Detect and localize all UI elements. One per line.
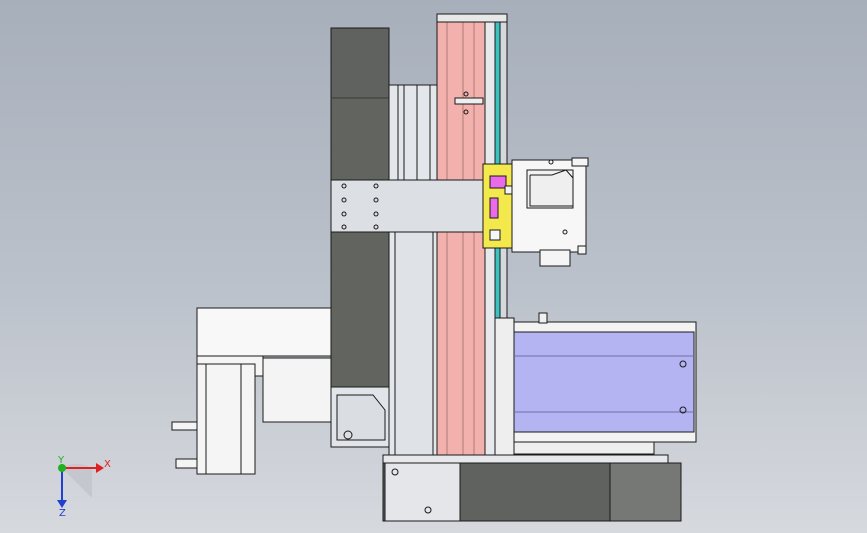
gripper-head[interactable] [504, 157, 589, 267]
triad-x-arrowhead [96, 463, 104, 473]
cad-model-drawing[interactable]: X Y Z [0, 0, 867, 533]
triad-z-arrowhead [57, 500, 67, 508]
triad-y-label: Y [57, 455, 65, 466]
gear-motor[interactable] [171, 307, 332, 475]
lavender-horizontal-slide[interactable] [494, 312, 697, 457]
triad-z-label: Z [59, 508, 66, 519]
base-dark-block[interactable] [382, 454, 682, 522]
lower-bracket[interactable] [330, 386, 390, 448]
cad-viewport[interactable]: X Y Z [0, 0, 867, 533]
mounting-plate[interactable] [330, 179, 486, 233]
coordinate-triad [57, 463, 104, 508]
triad-x-label: X [104, 459, 111, 470]
yellow-carriage[interactable] [482, 163, 514, 249]
vertical-column[interactable] [388, 84, 438, 457]
